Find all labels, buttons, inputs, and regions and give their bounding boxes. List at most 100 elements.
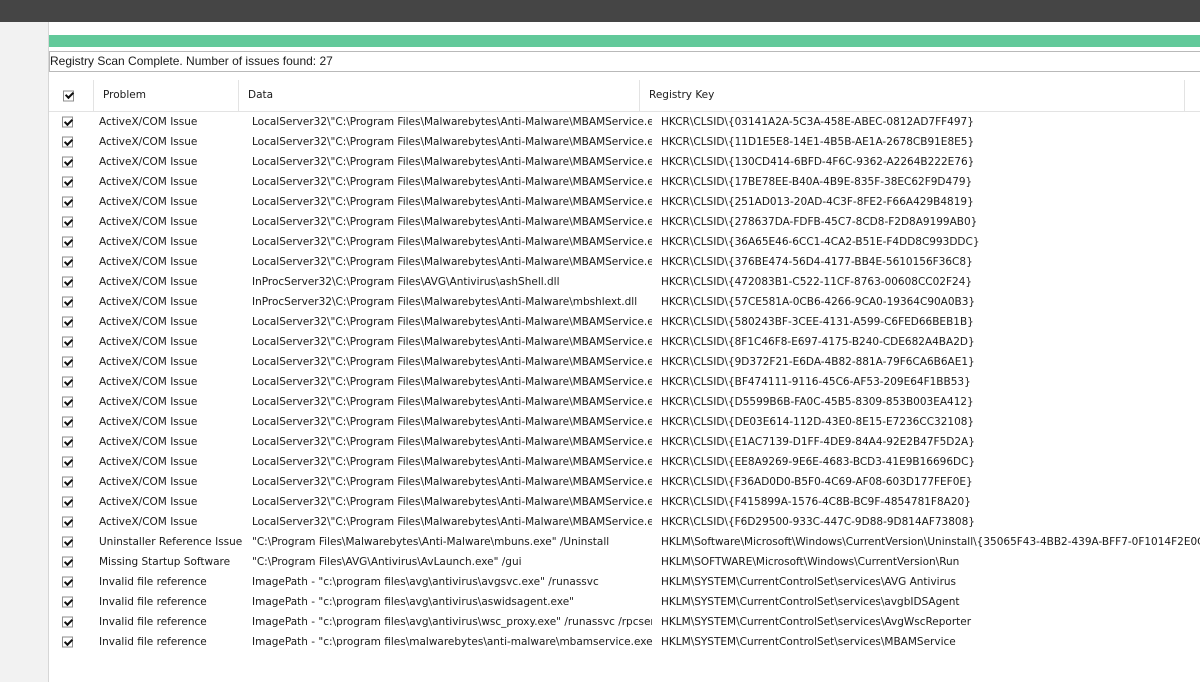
registry-key-cell: HKCR\CLSID\{F415899A-1576-4C8B-BC9F-4854… xyxy=(661,496,971,508)
table-row[interactable]: ActiveX/COM Issue LocalServer32\"C:\Progr… xyxy=(49,412,1200,432)
problem-cell: ActiveX/COM Issue xyxy=(99,336,198,348)
problem-cell: ActiveX/COM Issue xyxy=(99,356,198,368)
table-row[interactable]: Missing Startup Software "C:\Program File… xyxy=(49,552,1200,572)
row-checkbox[interactable] xyxy=(62,536,73,548)
row-checkbox[interactable] xyxy=(62,316,73,328)
table-row[interactable]: ActiveX/COM Issue LocalServer32\"C:\Progr… xyxy=(49,112,1200,132)
row-checkbox[interactable] xyxy=(62,356,73,368)
row-checkbox[interactable] xyxy=(62,456,73,468)
row-checkbox-cell xyxy=(49,572,93,592)
table-row[interactable]: ActiveX/COM Issue LocalServer32\"C:\Progr… xyxy=(49,192,1200,212)
scan-results-panel: Registry Scan Complete. Number of issues… xyxy=(48,22,1200,682)
row-checkbox-cell xyxy=(49,312,93,332)
table-row[interactable]: ActiveX/COM Issue LocalServer32\"C:\Progr… xyxy=(49,452,1200,472)
row-checkbox-cell xyxy=(49,332,93,352)
scan-progress-bar xyxy=(49,35,1200,47)
data-cell: LocalServer32\"C:\Program Files\Malwareb… xyxy=(252,256,652,268)
row-checkbox[interactable] xyxy=(62,116,73,128)
data-cell: LocalServer32\"C:\Program Files\Malwareb… xyxy=(252,196,652,208)
problem-cell: ActiveX/COM Issue xyxy=(99,516,198,528)
row-checkbox[interactable] xyxy=(62,196,73,208)
table-row[interactable]: ActiveX/COM Issue LocalServer32\"C:\Progr… xyxy=(49,432,1200,452)
row-checkbox[interactable] xyxy=(62,396,73,408)
table-row[interactable]: Uninstaller Reference Issue "C:\Program F… xyxy=(49,532,1200,552)
table-row[interactable]: ActiveX/COM Issue LocalServer32\"C:\Progr… xyxy=(49,392,1200,412)
problem-cell: Invalid file reference xyxy=(99,576,207,588)
registry-key-cell: HKCR\CLSID\{DE03E614-112D-43E0-8E15-E723… xyxy=(661,416,975,428)
problem-cell: ActiveX/COM Issue xyxy=(99,376,198,388)
registry-key-cell: HKCR\CLSID\{130CD414-6BFD-4F6C-9362-A226… xyxy=(661,156,975,168)
data-cell: ImagePath - "c:\program files\avg\antivi… xyxy=(252,596,575,608)
column-header-problem[interactable]: Problem xyxy=(93,80,238,111)
table-row[interactable]: ActiveX/COM Issue LocalServer32\"C:\Progr… xyxy=(49,512,1200,532)
row-checkbox[interactable] xyxy=(62,616,73,628)
table-row[interactable]: ActiveX/COM Issue LocalServer32\"C:\Progr… xyxy=(49,132,1200,152)
select-all-cell xyxy=(49,80,93,111)
problem-cell: ActiveX/COM Issue xyxy=(99,236,198,248)
data-cell: LocalServer32\"C:\Program Files\Malwareb… xyxy=(252,156,652,168)
table-row[interactable]: ActiveX/COM Issue InProcServer32\C:\Progr… xyxy=(49,292,1200,312)
table-row[interactable]: ActiveX/COM Issue LocalServer32\"C:\Progr… xyxy=(49,492,1200,512)
table-row[interactable]: ActiveX/COM Issue LocalServer32\"C:\Progr… xyxy=(49,252,1200,272)
row-checkbox[interactable] xyxy=(62,496,73,508)
data-cell: "C:\Program Files\Malwarebytes\Anti-Malw… xyxy=(252,536,610,548)
row-checkbox[interactable] xyxy=(62,336,73,348)
row-checkbox-cell xyxy=(49,412,93,432)
problem-cell: ActiveX/COM Issue xyxy=(99,136,198,148)
registry-key-cell: HKLM\SOFTWARE\Microsoft\Windows\CurrentV… xyxy=(661,556,960,568)
table-row[interactable]: Invalid file reference ImagePath - "c:\pr… xyxy=(49,592,1200,612)
table-row[interactable]: ActiveX/COM Issue InProcServer32\C:\Progr… xyxy=(49,272,1200,292)
registry-key-cell: HKCR\CLSID\{278637DA-FDFB-45C7-8CD8-F2D8… xyxy=(661,216,978,228)
row-checkbox[interactable] xyxy=(62,176,73,188)
row-checkbox-cell xyxy=(49,132,93,152)
row-checkbox[interactable] xyxy=(62,636,73,648)
data-cell: InProcServer32\C:\Program Files\AVG\Anti… xyxy=(252,276,560,288)
table-row[interactable]: ActiveX/COM Issue LocalServer32\"C:\Progr… xyxy=(49,332,1200,352)
table-row[interactable]: ActiveX/COM Issue LocalServer32\"C:\Progr… xyxy=(49,352,1200,372)
row-checkbox[interactable] xyxy=(62,596,73,608)
select-all-checkbox[interactable] xyxy=(63,90,74,101)
row-checkbox[interactable] xyxy=(62,136,73,148)
row-checkbox[interactable] xyxy=(62,416,73,428)
row-checkbox[interactable] xyxy=(62,436,73,448)
table-row[interactable]: ActiveX/COM Issue LocalServer32\"C:\Progr… xyxy=(49,472,1200,492)
row-checkbox[interactable] xyxy=(62,216,73,228)
column-header-registry-key[interactable]: Registry Key xyxy=(639,80,1184,111)
row-checkbox-cell xyxy=(49,112,93,132)
row-checkbox-cell xyxy=(49,372,93,392)
data-cell: LocalServer32\"C:\Program Files\Malwareb… xyxy=(252,216,652,228)
table-row[interactable]: ActiveX/COM Issue LocalServer32\"C:\Progr… xyxy=(49,152,1200,172)
row-checkbox[interactable] xyxy=(62,296,73,308)
table-row[interactable]: ActiveX/COM Issue LocalServer32\"C:\Progr… xyxy=(49,232,1200,252)
row-checkbox[interactable] xyxy=(62,256,73,268)
problem-cell: ActiveX/COM Issue xyxy=(99,476,198,488)
row-checkbox[interactable] xyxy=(62,276,73,288)
row-checkbox-cell xyxy=(49,292,93,312)
data-cell: LocalServer32\"C:\Program Files\Malwareb… xyxy=(252,456,652,468)
table-row[interactable]: ActiveX/COM Issue LocalServer32\"C:\Progr… xyxy=(49,172,1200,192)
registry-key-cell: HKCR\CLSID\{03141A2A-5C3A-458E-ABEC-0812… xyxy=(661,116,974,128)
table-row[interactable]: Invalid file reference ImagePath - "c:\pr… xyxy=(49,612,1200,632)
table-row[interactable]: Invalid file reference ImagePath - "c:\pr… xyxy=(49,572,1200,592)
registry-key-cell: HKLM\SYSTEM\CurrentControlSet\services\A… xyxy=(661,616,972,628)
column-header-data[interactable]: Data xyxy=(238,80,639,111)
table-row[interactable]: ActiveX/COM Issue LocalServer32\"C:\Progr… xyxy=(49,372,1200,392)
row-checkbox[interactable] xyxy=(62,236,73,248)
problem-cell: ActiveX/COM Issue xyxy=(99,276,198,288)
problem-cell: ActiveX/COM Issue xyxy=(99,456,198,468)
table-row[interactable]: Invalid file reference ImagePath - "c:\pr… xyxy=(49,632,1200,652)
row-checkbox[interactable] xyxy=(62,476,73,488)
registry-key-cell: HKCR\CLSID\{9D372F21-E6DA-4B82-881A-79F6… xyxy=(661,356,975,368)
row-checkbox[interactable] xyxy=(62,576,73,588)
row-checkbox[interactable] xyxy=(62,376,73,388)
row-checkbox-cell xyxy=(49,552,93,572)
data-cell: LocalServer32\"C:\Program Files\Malwareb… xyxy=(252,116,652,128)
table-row[interactable]: ActiveX/COM Issue LocalServer32\"C:\Progr… xyxy=(49,212,1200,232)
problem-cell: Invalid file reference xyxy=(99,596,207,608)
data-cell: ImagePath - "c:\program files\avg\antivi… xyxy=(252,576,599,588)
row-checkbox[interactable] xyxy=(62,156,73,168)
table-row[interactable]: ActiveX/COM Issue LocalServer32\"C:\Progr… xyxy=(49,312,1200,332)
row-checkbox[interactable] xyxy=(62,516,73,528)
window-title-bar xyxy=(0,0,1200,22)
row-checkbox[interactable] xyxy=(62,556,73,568)
